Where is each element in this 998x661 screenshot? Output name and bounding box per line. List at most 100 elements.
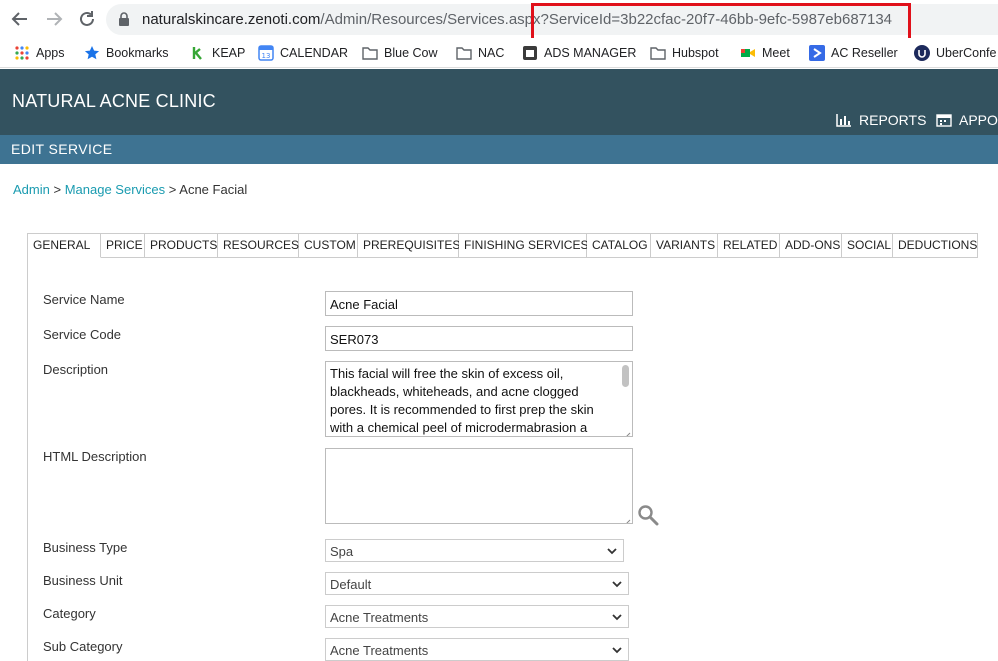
bookmark-bookmarks[interactable]: Bookmarks: [84, 43, 169, 63]
breadcrumb-current: Acne Facial: [179, 182, 248, 197]
service-tabs: GENERAL PRICE PRODUCTS RESOURCES CUSTOM …: [27, 233, 978, 258]
bookmark-label: CALENDAR: [280, 46, 349, 60]
description-textarea[interactable]: This facial will free the skin of excess…: [325, 361, 633, 437]
svg-text:13: 13: [262, 52, 271, 60]
appointments-link[interactable]: APPOI: [936, 112, 998, 128]
app-header: NATURAL ACNE CLINIC REPORTS APPOI: [0, 69, 998, 135]
bookmark-label: Hubspot: [672, 46, 719, 60]
category-select[interactable]: Acne Treatments: [325, 605, 629, 628]
bookmark-nac[interactable]: NAC: [456, 43, 504, 63]
tab-products[interactable]: PRODUCTS: [145, 233, 218, 258]
category-value: Acne Treatments: [330, 610, 429, 625]
bookmark-ads-manager[interactable]: ADS MANAGER: [522, 43, 636, 63]
tab-resources[interactable]: RESOURCES: [218, 233, 299, 258]
breadcrumb-manage-services[interactable]: Manage Services: [65, 182, 165, 197]
html-description-label: HTML Description: [43, 449, 147, 464]
star-icon: [84, 45, 100, 61]
tab-related[interactable]: RELATED: [718, 233, 780, 258]
folder-icon: [362, 45, 378, 61]
tab-social[interactable]: SOCIAL: [842, 233, 893, 258]
bar-chart-icon: [836, 113, 852, 127]
bookmark-meet[interactable]: Meet: [740, 43, 790, 63]
bookmark-label: AC Reseller: [831, 46, 898, 60]
breadcrumb-separator: >: [53, 182, 62, 197]
tab-price[interactable]: PRICE: [101, 233, 145, 258]
folder-icon: [650, 45, 666, 61]
service-name-label: Service Name: [43, 292, 125, 307]
keap-icon: [190, 45, 206, 61]
appointments-label: APPOI: [959, 112, 998, 128]
tab-variants[interactable]: VARIANTS: [651, 233, 718, 258]
tab-custom[interactable]: CUSTOM: [299, 233, 358, 258]
tab-deductions[interactable]: DEDUCTIONS: [893, 233, 978, 258]
chevron-down-icon: [612, 610, 622, 621]
calendar-icon: [936, 113, 952, 127]
chevron-down-icon: [612, 577, 622, 588]
forward-arrow-icon[interactable]: [43, 8, 65, 30]
category-label: Category: [43, 606, 96, 621]
tab-add-ons[interactable]: ADD-ONS: [780, 233, 842, 258]
business-type-select[interactable]: Spa: [325, 539, 624, 562]
bookmark-hubspot[interactable]: Hubspot: [650, 43, 719, 63]
breadcrumb-admin[interactable]: Admin: [13, 182, 50, 197]
url-path: /Admin/Resources/Services.aspx: [320, 11, 541, 28]
tab-catalog[interactable]: CATALOG: [587, 233, 651, 258]
bookmark-label: Blue Cow: [384, 46, 438, 60]
chevron-down-icon: [612, 643, 622, 654]
bookmark-label: NAC: [478, 46, 505, 60]
back-arrow-icon[interactable]: [9, 8, 31, 30]
bookmark-apps[interactable]: Apps: [14, 43, 65, 63]
bookmark-label: KEAP: [212, 46, 246, 60]
browser-toolbar: naturalskincare.zenoti.com/Admin/Resourc…: [0, 0, 998, 42]
sub-category-value: Acne Treatments: [330, 643, 429, 658]
reports-link[interactable]: REPORTS: [836, 112, 926, 128]
calendar-icon: 13: [258, 45, 274, 61]
tab-finishing-services[interactable]: FINISHING SERVICES: [459, 233, 588, 258]
reload-icon[interactable]: [76, 8, 98, 30]
service-name-input[interactable]: Acne Facial: [325, 291, 633, 316]
red-highlight-box: [531, 3, 911, 42]
sub-category-select[interactable]: Acne Treatments: [325, 638, 629, 661]
breadcrumb: Admin > Manage Services > Acne Facial: [13, 182, 247, 197]
apps-grid-icon: [14, 45, 30, 61]
sub-category-label: Sub Category: [43, 639, 123, 654]
service-code-label: Service Code: [43, 327, 122, 342]
bookmarks-bar: Apps Bookmarks KEAP 13 CALENDAR Blue Cow…: [0, 38, 998, 68]
uberconference-icon: [914, 45, 930, 61]
bookmark-label: Meet: [762, 46, 790, 60]
business-unit-select[interactable]: Default: [325, 572, 629, 595]
description-label: Description: [43, 362, 109, 377]
business-unit-label: Business Unit: [43, 573, 123, 588]
bookmark-label: ADS MANAGER: [544, 46, 637, 60]
folder-icon: [456, 45, 472, 61]
tab-prerequisites[interactable]: PREREQUISITES: [358, 233, 460, 258]
bookmark-label: Apps: [36, 46, 65, 60]
resize-handle-icon[interactable]: [623, 427, 631, 436]
ads-icon: [522, 45, 538, 61]
html-description-textarea[interactable]: [325, 448, 633, 524]
bookmark-calendar[interactable]: 13 CALENDAR: [258, 43, 348, 63]
breadcrumb-separator: >: [168, 182, 177, 197]
reports-label: REPORTS: [859, 112, 927, 128]
bookmark-uberconference[interactable]: UberConfe: [914, 43, 996, 63]
business-type-value: Spa: [330, 544, 354, 559]
bookmark-label: UberConfe: [936, 46, 997, 60]
tab-general[interactable]: GENERAL: [27, 233, 101, 258]
bookmark-ac-reseller[interactable]: AC Reseller: [809, 43, 898, 63]
page-title: EDIT SERVICE: [11, 141, 113, 157]
business-type-label: Business Type: [43, 540, 128, 555]
clinic-name: NATURAL ACNE CLINIC: [12, 91, 216, 111]
service-code-input[interactable]: SER073: [325, 326, 633, 351]
ac-icon: [809, 45, 825, 61]
scrollbar-thumb[interactable]: [622, 365, 629, 387]
lock-icon: [118, 12, 130, 26]
url-host: naturalskincare.zenoti.com: [142, 11, 321, 28]
magnifier-icon[interactable]: [637, 504, 659, 526]
bookmark-label: Bookmarks: [106, 46, 169, 60]
bookmark-keap[interactable]: KEAP: [190, 43, 245, 63]
chevron-down-icon: [607, 544, 617, 555]
bookmark-blue-cow[interactable]: Blue Cow: [362, 43, 438, 63]
edit-service-bar: EDIT SERVICE: [0, 135, 998, 164]
meet-icon: [740, 45, 756, 61]
resize-handle-icon[interactable]: [623, 514, 631, 523]
